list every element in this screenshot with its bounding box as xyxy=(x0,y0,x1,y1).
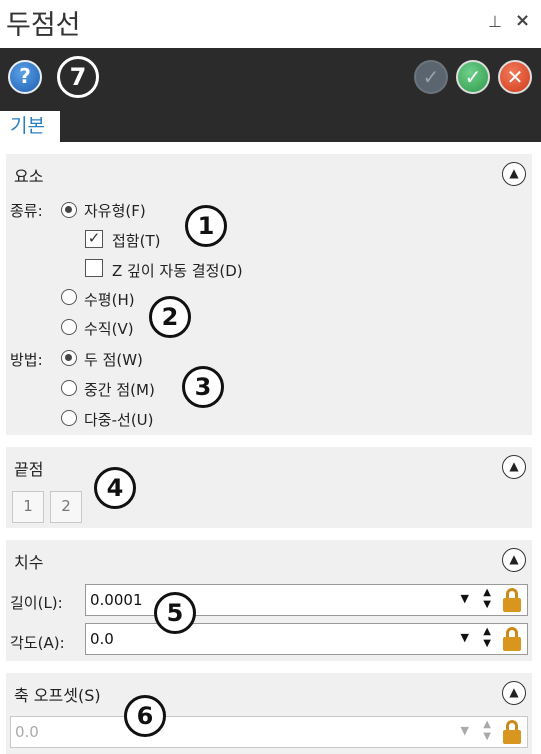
collapse-offset-button[interactable]: ▲ xyxy=(502,681,526,705)
auto-z-checkbox[interactable] xyxy=(85,259,103,277)
close-icon[interactable]: × xyxy=(515,10,530,31)
help-button[interactable]: ? xyxy=(8,60,42,94)
angle-value[interactable]: 0.0 xyxy=(90,630,114,648)
method-midpoint-label: 중간 점(M) xyxy=(84,381,155,399)
offset-field[interactable]: 0.0 ▼ ▲ ▼ xyxy=(10,716,528,748)
elements-section-title: 요소 xyxy=(14,167,44,186)
title-bar: 두점선 ⊥ × xyxy=(0,0,541,48)
type-vertical-label: 수직(V) xyxy=(84,320,134,338)
spin-down-icon: ▼ xyxy=(483,731,491,742)
collapse-dimensions-button[interactable]: ▲ xyxy=(502,548,526,572)
dimensions-section-title: 치수 xyxy=(14,553,44,572)
endpoint-1-button[interactable]: 1 xyxy=(12,491,44,523)
offset-value: 0.0 xyxy=(15,723,39,741)
type-label: 종류: xyxy=(10,202,43,220)
method-multiline-radio[interactable] xyxy=(61,410,77,426)
tangent-label: 접함(T) xyxy=(112,232,161,250)
spin-up-icon[interactable]: ▲ xyxy=(483,587,491,598)
offset-lock-icon[interactable] xyxy=(503,720,521,744)
type-horizontal-label: 수평(H) xyxy=(84,291,135,309)
type-freeform-radio[interactable] xyxy=(61,202,77,218)
length-field[interactable]: 0.0001 ▼ ▲ ▼ xyxy=(85,584,528,616)
angle-dropdown-icon[interactable]: ▼ xyxy=(461,631,469,644)
angle-spinner[interactable]: ▲ ▼ xyxy=(483,626,491,650)
spin-down-icon[interactable]: ▼ xyxy=(483,638,491,649)
method-multiline-label: 다중-선(U) xyxy=(84,411,154,429)
step-badge-4: 4 xyxy=(94,467,136,509)
endpoints-section: 끝점 ▲ 1 2 4 xyxy=(6,447,532,528)
type-horizontal-radio[interactable] xyxy=(61,289,77,305)
angle-label: 각도(A): xyxy=(10,634,65,652)
method-midpoint-radio[interactable] xyxy=(61,380,77,396)
offset-spinner: ▲ ▼ xyxy=(483,719,491,743)
collapse-elements-button[interactable]: ▲ xyxy=(502,162,526,186)
step-badge-6: 6 xyxy=(124,695,166,737)
method-label: 방법: xyxy=(10,351,43,369)
step-badge-1: 1 xyxy=(185,205,227,247)
endpoint-2-button[interactable]: 2 xyxy=(50,491,82,523)
angle-lock-icon[interactable] xyxy=(503,627,521,651)
collapse-endpoints-button[interactable]: ▲ xyxy=(502,455,526,479)
length-value[interactable]: 0.0001 xyxy=(90,591,143,609)
ok-button[interactable]: ✓ xyxy=(456,60,490,94)
offset-section-title: 축 오프셋(S) xyxy=(14,686,101,705)
offset-section: 축 오프셋(S) ▲ 0.0 ▼ ▲ ▼ 6 xyxy=(6,673,532,754)
length-label: 길이(L): xyxy=(10,594,63,612)
auto-z-label: Z 깊이 자동 결정(D) xyxy=(112,262,243,280)
length-dropdown-icon[interactable]: ▼ xyxy=(461,592,469,605)
spin-up-icon[interactable]: ▲ xyxy=(483,626,491,637)
tab-basic[interactable]: 기본 xyxy=(0,111,60,142)
offset-dropdown-icon: ▼ xyxy=(460,724,469,737)
angle-field[interactable]: 0.0 ▼ ▲ ▼ xyxy=(85,623,528,655)
type-freeform-label: 자유형(F) xyxy=(84,202,146,220)
method-two-points-label: 두 점(W) xyxy=(84,351,143,369)
apply-button[interactable]: ✓ xyxy=(414,60,448,94)
step-badge-2: 2 xyxy=(149,296,191,338)
window-title: 두점선 xyxy=(6,10,81,41)
length-lock-icon[interactable] xyxy=(503,588,521,612)
toolbar: ? 7 ✓ ✓ ✕ xyxy=(0,48,541,142)
spin-up-icon: ▲ xyxy=(483,719,491,730)
spin-down-icon[interactable]: ▼ xyxy=(483,599,491,610)
step-badge-7: 7 xyxy=(57,56,99,98)
step-badge-3: 3 xyxy=(182,366,224,408)
type-vertical-radio[interactable] xyxy=(61,319,77,335)
method-two-points-radio[interactable] xyxy=(61,350,77,366)
cancel-button[interactable]: ✕ xyxy=(498,60,532,94)
dimensions-section: 치수 ▲ 길이(L): 0.0001 ▼ ▲ ▼ 각도(A): 0.0 ▼ ▲ ▼ … xyxy=(6,540,532,661)
length-spinner[interactable]: ▲ ▼ xyxy=(483,587,491,611)
elements-section: 요소 ▲ 종류: 자유형(F) ✓ 접함(T) Z 깊이 자동 결정(D) 수평… xyxy=(6,154,532,435)
pin-icon[interactable]: ⊥ xyxy=(488,12,502,31)
tangent-checkbox[interactable]: ✓ xyxy=(85,230,103,248)
endpoints-section-title: 끝점 xyxy=(14,460,44,479)
step-badge-5: 5 xyxy=(154,592,196,634)
